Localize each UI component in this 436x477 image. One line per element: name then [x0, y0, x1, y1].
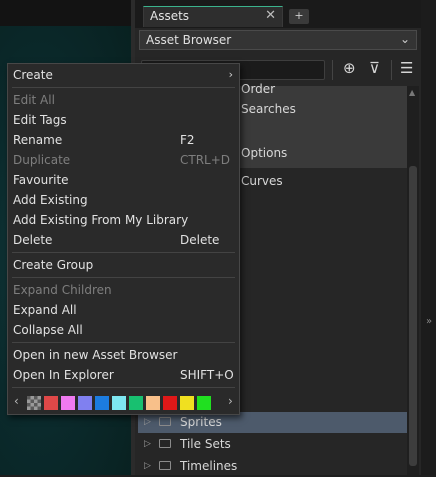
- color-swatch[interactable]: [78, 396, 92, 410]
- dock-collapse-strip: [421, 0, 436, 475]
- chevron-right-icon[interactable]: ›: [228, 394, 233, 408]
- expand-arrow-icon[interactable]: ▷: [144, 456, 151, 477]
- color-swatch-row: ‹ ›: [8, 393, 239, 413]
- menu-separator: [12, 252, 235, 253]
- color-swatch[interactable]: [180, 396, 194, 410]
- tree-item-tile-sets[interactable]: ▷ Tile Sets: [138, 434, 407, 455]
- menu-item-expand-children[interactable]: Expand Children: [8, 280, 239, 300]
- scroll-up-icon[interactable]: ▲: [409, 88, 415, 97]
- chevron-right-icon: ›: [228, 68, 233, 81]
- menu-item-edit-tags[interactable]: Edit Tags: [8, 110, 239, 130]
- add-icon[interactable]: ⊕: [343, 59, 356, 77]
- close-icon[interactable]: ✕: [265, 8, 276, 23]
- menu-item-favourite[interactable]: Favourite: [8, 170, 239, 190]
- dock-tab-bar: Assets ✕ +: [135, 0, 421, 28]
- scrollbar-thumb[interactable]: [409, 166, 417, 466]
- hamburger-menu-icon[interactable]: ☰: [400, 59, 413, 77]
- context-menu: Create › Edit All Edit Tags Rename F2 Du…: [7, 63, 240, 415]
- toolbar-divider: [391, 60, 392, 80]
- menu-separator: [12, 87, 235, 88]
- color-swatch[interactable]: [197, 396, 211, 410]
- canvas-top-bar: [0, 0, 131, 26]
- toolbar-divider: [332, 60, 333, 80]
- menu-item-add-existing[interactable]: Add Existing: [8, 190, 239, 210]
- chevron-down-icon: ⌄: [399, 32, 410, 46]
- tree-scrollbar[interactable]: ▲: [407, 86, 419, 475]
- folder-icon: [159, 461, 171, 470]
- menu-item-create[interactable]: Create ›: [8, 65, 239, 85]
- color-swatch[interactable]: [27, 396, 41, 410]
- menu-item-rename[interactable]: Rename F2: [8, 130, 239, 150]
- color-swatch[interactable]: [95, 396, 109, 410]
- folder-icon: [159, 439, 171, 448]
- menu-separator: [12, 387, 235, 388]
- menu-item-expand-all[interactable]: Expand All: [8, 300, 239, 320]
- menu-item-open-new-browser[interactable]: Open in new Asset Browser: [8, 345, 239, 365]
- menu-item-collapse-all[interactable]: Collapse All: [8, 320, 239, 340]
- expand-arrow-icon[interactable]: ▷: [144, 434, 151, 455]
- menu-item-duplicate[interactable]: Duplicate CTRL+D: [8, 150, 239, 170]
- tab-assets[interactable]: Assets ✕: [143, 6, 283, 27]
- menu-item-add-existing-library[interactable]: Add Existing From My Library: [8, 210, 239, 230]
- menu-item-delete[interactable]: Delete Delete: [8, 230, 239, 250]
- color-swatch[interactable]: [44, 396, 58, 410]
- folder-icon: [159, 417, 171, 426]
- collapse-arrow-icon[interactable]: »: [426, 316, 432, 327]
- color-swatch[interactable]: [112, 396, 126, 410]
- tree-item-timelines[interactable]: ▷ Timelines: [138, 456, 407, 477]
- menu-item-open-in-explorer[interactable]: Open In Explorer SHIFT+O: [8, 365, 239, 385]
- color-swatch[interactable]: [146, 396, 160, 410]
- menu-item-edit-all[interactable]: Edit All: [8, 90, 239, 110]
- filter-icon[interactable]: ⊽: [369, 59, 380, 77]
- expand-arrow-icon[interactable]: ▷: [144, 412, 151, 433]
- tab-assets-label: Assets: [150, 9, 190, 23]
- chevron-left-icon[interactable]: ‹: [14, 394, 19, 408]
- add-tab-button[interactable]: +: [289, 9, 309, 24]
- color-swatch[interactable]: [163, 396, 177, 410]
- menu-separator: [12, 277, 235, 278]
- color-swatch[interactable]: [61, 396, 75, 410]
- color-swatch[interactable]: [129, 396, 143, 410]
- menu-item-create-group[interactable]: Create Group: [8, 255, 239, 275]
- asset-browser-select[interactable]: Asset Browser ⌄: [139, 30, 417, 50]
- menu-separator: [12, 342, 235, 343]
- tree-item-sprites[interactable]: ▷ Sprites: [138, 412, 407, 433]
- asset-browser-select-value: Asset Browser: [146, 33, 232, 47]
